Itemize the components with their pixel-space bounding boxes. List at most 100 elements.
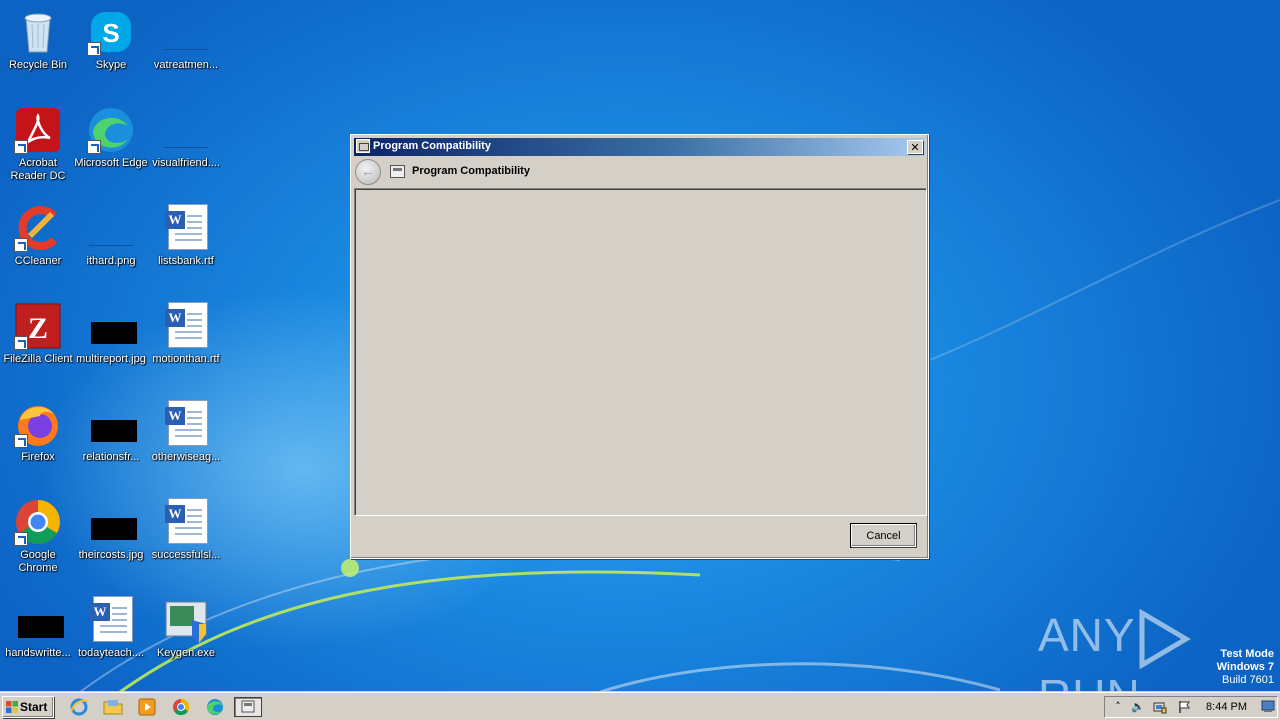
desktop-icon-label: handswritte... xyxy=(5,647,71,659)
desktop-icon-label: CCleaner xyxy=(14,255,62,267)
desktop-icon-firefox[interactable]: Firefox xyxy=(0,396,76,488)
shortcut-arrow-icon xyxy=(14,434,28,448)
svg-text:Z: Z xyxy=(28,312,48,345)
shortcut-arrow-icon xyxy=(14,238,28,252)
image-icon xyxy=(87,400,137,448)
desktop-icon-label: Microsoft Edge xyxy=(74,157,148,169)
chrome-taskbar-icon[interactable] xyxy=(170,697,192,717)
file-icon xyxy=(162,8,210,56)
cancel-button[interactable]: Cancel xyxy=(851,524,916,547)
desktop-icon-label: FileZilla Client xyxy=(3,353,73,365)
desktop-icon-relationsfr[interactable]: relationsfr... xyxy=(73,396,149,488)
desktop-icon-label: listsbank.rtf xyxy=(158,255,214,267)
window-app-icon xyxy=(356,139,370,153)
desktop-icon-motionthan[interactable]: W motionthan.rtf xyxy=(148,298,224,390)
desktop-icon-label: multireport.jpg xyxy=(76,353,146,365)
action-center-flag-icon[interactable] xyxy=(1177,700,1191,714)
word-doc-icon: W xyxy=(162,302,210,350)
play-logo-icon xyxy=(1139,608,1191,670)
shortcut-arrow-icon xyxy=(87,140,101,154)
desktop-icon-ccleaner[interactable]: CCleaner xyxy=(0,200,76,292)
desktop-icon-listsbank[interactable]: W listsbank.rtf xyxy=(148,200,224,292)
shortcut-arrow-icon xyxy=(14,140,28,154)
desktop-icon-filezilla[interactable]: Z FileZilla Client xyxy=(0,298,76,390)
recycle-bin-icon xyxy=(14,8,62,56)
program-compatibility-dialog: Program Compatibility ✕ ← Program Compat… xyxy=(350,134,929,559)
desktop-icon-multireport[interactable]: multireport.jpg xyxy=(73,298,149,390)
desktop-icon-keygen[interactable]: Keygen.exe xyxy=(148,592,224,684)
network-icon[interactable] xyxy=(1153,700,1167,714)
desktop-icon-vatreatment[interactable]: vatreatmen... xyxy=(148,4,224,96)
desktop-icon-skype[interactable]: S Skype xyxy=(73,4,149,96)
desktop-icon-label: todayteach.... xyxy=(77,647,145,659)
shortcut-arrow-icon xyxy=(14,336,28,350)
word-doc-icon: W xyxy=(162,400,210,448)
word-doc-icon: W xyxy=(162,498,210,546)
desktop-icon-label: relationsfr... xyxy=(82,451,140,463)
image-icon xyxy=(87,498,137,546)
desktop-icon-label: visualfriend.... xyxy=(152,157,220,169)
back-button[interactable]: ← xyxy=(355,159,381,185)
filezilla-icon: Z xyxy=(14,302,62,350)
program-compatibility-icon xyxy=(390,165,405,178)
watermark-line-1: Test Mode xyxy=(1220,648,1274,660)
edge-taskbar-icon[interactable] xyxy=(204,697,226,717)
dialog-title: Program Compatibility xyxy=(373,140,491,152)
word-doc-icon: W xyxy=(87,596,135,644)
chrome-icon xyxy=(14,498,62,546)
acrobat-icon xyxy=(14,106,62,154)
desktop-icon-acrobat[interactable]: Acrobat Reader DC xyxy=(0,102,76,194)
desktop-icon-label: successfulsl... xyxy=(151,549,221,561)
desktop-icon-label: ithard.png xyxy=(86,255,136,267)
dialog-titlebar[interactable]: Program Compatibility ✕ xyxy=(354,138,925,156)
desktop-icon-todayteach[interactable]: W todayteach.... xyxy=(73,592,149,684)
desktop-icon-ithard[interactable]: ithard.png xyxy=(73,200,149,292)
skype-icon: S xyxy=(87,8,135,56)
anyrun-brand-any: ANY xyxy=(1038,609,1136,661)
image-icon xyxy=(87,302,137,350)
desktop-icon-recycle-bin[interactable]: Recycle Bin xyxy=(0,4,76,96)
desktop-icon-label: Acrobat Reader DC xyxy=(10,157,66,182)
desktop-icon-chrome[interactable]: Google Chrome xyxy=(0,494,76,586)
shortcut-arrow-icon xyxy=(87,42,101,56)
ccleaner-icon xyxy=(14,204,62,252)
start-button[interactable]: Start xyxy=(2,696,54,718)
firefox-icon xyxy=(14,400,62,448)
taskbar-clock[interactable]: 8:44 PM xyxy=(1206,701,1247,713)
test-mode-watermark: Test Mode Windows 7 Build 7601 xyxy=(1217,648,1274,687)
internet-explorer-icon[interactable] xyxy=(68,697,90,717)
show-desktop-icon[interactable] xyxy=(1261,699,1275,713)
image-icon xyxy=(14,596,64,644)
desktop-icon-otherwiseag[interactable]: W otherwiseag... xyxy=(148,396,224,488)
desktop-icon-label: motionthan.rtf xyxy=(152,353,220,365)
taskbar-program-compatibility[interactable] xyxy=(234,697,262,717)
installer-icon xyxy=(162,596,210,644)
word-doc-icon: W xyxy=(162,204,210,252)
desktop-icon-label: Keygen.exe xyxy=(156,647,216,659)
system-tray: ˄ 🔈 8:44 PM xyxy=(1104,696,1278,718)
desktop-icon-handswritten[interactable]: handswritte... xyxy=(0,592,76,684)
image-icon xyxy=(87,204,135,252)
watermark-line-3: Build 7601 xyxy=(1222,674,1274,686)
close-button[interactable]: ✕ xyxy=(907,140,923,154)
media-player-icon[interactable] xyxy=(136,697,158,717)
desktop-icon-label: theircosts.jpg xyxy=(78,549,144,561)
desktop-icon-label: Recycle Bin xyxy=(8,59,68,71)
edge-icon xyxy=(87,106,135,154)
desktop-icon-theircosts[interactable]: theircosts.jpg xyxy=(73,494,149,586)
file-icon xyxy=(162,106,210,154)
desktop-icon-label: otherwiseag... xyxy=(151,451,221,463)
desktop-icon-label: Skype xyxy=(95,59,127,71)
taskbar: Start ˄ 🔈 8:44 PM xyxy=(0,692,1280,720)
file-explorer-icon[interactable] xyxy=(102,697,124,717)
desktop-icon-label: Google Chrome xyxy=(18,549,58,574)
desktop-icon-edge[interactable]: Microsoft Edge xyxy=(73,102,149,194)
tray-expand-icon[interactable]: ˄ xyxy=(1111,700,1125,714)
wizard-navbar: ← Program Compatibility xyxy=(354,157,925,187)
desktop-icon-successfulsl[interactable]: W successfulsl... xyxy=(148,494,224,586)
volume-icon[interactable]: 🔈 xyxy=(1131,700,1145,714)
windows-flag-icon xyxy=(6,701,18,713)
desktop-icon-visualfriend[interactable]: visualfriend.... xyxy=(148,102,224,194)
start-label: Start xyxy=(20,699,48,714)
watermark-line-2: Windows 7 xyxy=(1216,661,1274,673)
